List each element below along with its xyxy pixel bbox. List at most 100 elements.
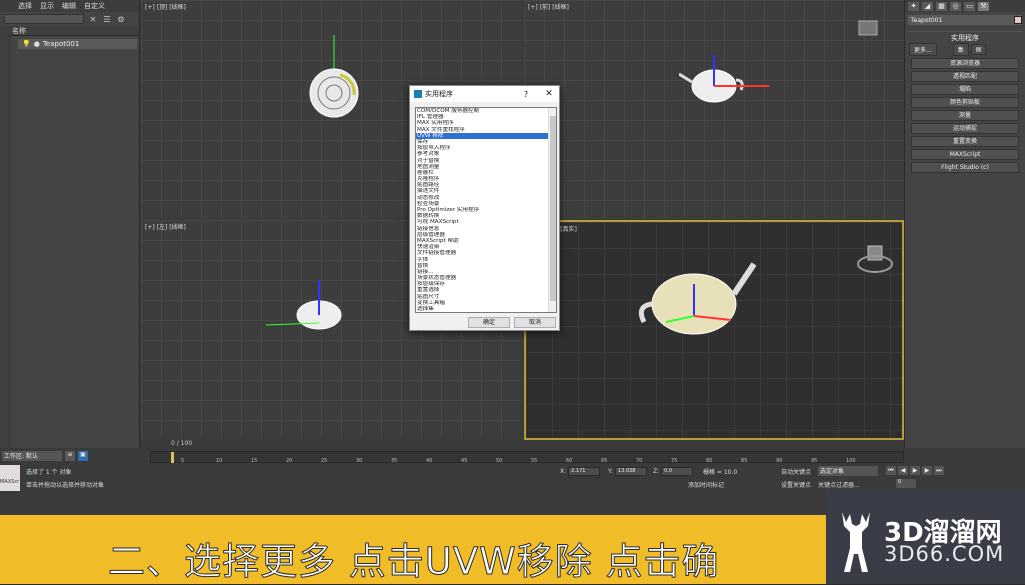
coord-z: Z: 0.0 (653, 467, 694, 476)
name-column-header[interactable]: 名称 (0, 26, 139, 36)
menu-select[interactable]: 选择 (18, 1, 32, 11)
teapot-left-wireframe (265, 280, 342, 330)
watermark-url: 3D66.COM (884, 542, 1005, 566)
menu-customize[interactable]: 自定义 (84, 1, 105, 11)
tick: 65 (601, 458, 608, 464)
y-field[interactable]: 13.038 (614, 467, 647, 476)
key-selection-dropdown[interactable]: 选定对象 (818, 466, 878, 476)
tick: 70 (636, 458, 643, 464)
viewport-front[interactable]: [+] [前] [线框] (524, 0, 904, 218)
previous-frame-icon[interactable]: ◀ (898, 466, 908, 475)
utility-button[interactable]: 颜色剪贴板 (911, 97, 1019, 108)
menu-edit[interactable]: 编辑 (62, 1, 76, 11)
next-frame-icon[interactable]: ▶ (922, 466, 932, 475)
utility-list-item[interactable]: 选择集 (416, 306, 549, 312)
play-icon[interactable]: ▶ (910, 466, 920, 475)
display-tab-icon[interactable]: ▭ (964, 2, 975, 11)
clear-icon[interactable]: ✕ (88, 15, 98, 24)
light-bulb-icon[interactable]: 💡 (22, 40, 31, 48)
scene-explorer: 选择 显示 编辑 自定义 ✕ ☰ ⚙ 名称 💡 ● Teapot001 (0, 0, 140, 448)
maxscript-listener[interactable]: MAXScr (0, 465, 20, 491)
utilities-listbox[interactable]: COM/DCOM 服务器控制 IFL 管理器 MAX 实用程序 MAX 文件重找程序 U… (415, 107, 557, 313)
utility-button[interactable]: 运动捕捉 (911, 123, 1019, 134)
tick: 95 (811, 458, 818, 464)
cancel-button[interactable]: 取消 (514, 317, 556, 328)
dialog-title: 实用程序 (425, 90, 453, 98)
viewcube-front[interactable] (856, 18, 882, 38)
go-to-start-icon[interactable]: ⏮ (886, 466, 896, 475)
tick: 50 (496, 458, 503, 464)
tick: 10 (216, 458, 223, 464)
set-key-button[interactable]: 设置关键点 (781, 480, 811, 489)
object-row[interactable]: 💡 ● Teapot001 (18, 39, 137, 49)
go-to-end-icon[interactable]: ⏭ (934, 466, 944, 475)
current-frame-field[interactable]: 0 (896, 479, 916, 488)
x-field[interactable]: 2.171 (568, 467, 601, 476)
watermark: 3D溜溜网 3D66.COM (826, 490, 1025, 584)
filter-icon[interactable]: ☰ (102, 15, 112, 24)
workspace-dropdown[interactable]: 工作区: 默认 (2, 450, 62, 461)
help-icon[interactable]: ? (516, 90, 536, 99)
utilities-list: 资源浏览器 透视匹配 塌陷 颜色剪贴板 测量 运动捕捉 重置变换 MAXScri… (905, 58, 1025, 173)
motion-tab-icon[interactable]: ◎ (950, 2, 961, 11)
layers-icon[interactable]: ≡ (65, 450, 75, 461)
app-logo-icon (414, 90, 422, 98)
tick: 40 (426, 458, 433, 464)
scrollbar-thumb[interactable] (550, 116, 556, 301)
modify-tab-icon[interactable]: ◢ (922, 2, 933, 11)
dialog-titlebar[interactable]: 实用程序 ? ✕ (410, 86, 559, 102)
key-filters-button[interactable]: 关键点过滤器... (818, 480, 860, 489)
object-name-field[interactable]: Teapot001 (908, 15, 1022, 25)
command-panel-tabs: ✦ ◢ ▦ ◎ ▭ ⚒ (905, 0, 1025, 12)
utilities-tab-icon[interactable]: ⚒ (978, 2, 989, 11)
utility-button[interactable]: Flight Studio (c) (911, 162, 1019, 173)
viewport-left-label[interactable]: [+] [左] [线框] (145, 222, 186, 231)
tick: 45 (461, 458, 468, 464)
set-button[interactable]: 集 (952, 43, 969, 56)
add-time-tag[interactable]: 添加时间标记 (688, 480, 724, 489)
explorer-toolbar: ✕ ☰ ⚙ (0, 12, 139, 26)
menu-display[interactable]: 显示 (40, 1, 54, 11)
utility-button[interactable]: 资源浏览器 (911, 58, 1019, 69)
utility-button[interactable]: 透视匹配 (911, 71, 1019, 82)
listbox-scrollbar[interactable] (548, 108, 556, 312)
time-slider-value: 0 / 100 (171, 440, 193, 447)
selection-status: 选择了 1 个 对象 (26, 469, 72, 476)
explorer-search-input[interactable] (4, 14, 84, 24)
timeline-cursor[interactable] (171, 452, 174, 463)
utilities-rollout-title[interactable]: 实用程序 (909, 31, 1021, 42)
tick: 55 (531, 458, 538, 464)
visibility-icon[interactable]: ● (34, 40, 40, 48)
tick: 20 (286, 458, 293, 464)
time-slider[interactable]: 0 / 100 (141, 440, 904, 448)
hierarchy-tab-icon[interactable]: ▦ (936, 2, 947, 11)
utility-button[interactable]: 测量 (911, 110, 1019, 121)
scene-icon[interactable]: ▣ (78, 450, 88, 461)
object-name-text: Teapot001 (911, 16, 943, 24)
close-icon[interactable]: ✕ (539, 89, 559, 99)
configure-sets-icon[interactable]: ▤ (970, 44, 987, 55)
viewcube-perspective[interactable] (856, 242, 896, 276)
y-label: Y: (608, 468, 613, 475)
create-tab-icon[interactable]: ✦ (908, 2, 919, 11)
explorer-menu: 选择 显示 编辑 自定义 (0, 0, 139, 12)
tick: 25 (321, 458, 328, 464)
ok-button[interactable]: 确定 (468, 317, 510, 328)
viewport-front-label[interactable]: [+] [前] [线框] (528, 2, 569, 11)
utility-button[interactable]: 塌陷 (911, 84, 1019, 95)
viewport-perspective[interactable]: [+] [透视] [真实] (524, 220, 904, 440)
auto-key-button[interactable]: 自动关键点 (781, 467, 811, 476)
timeline-track[interactable]: 5 10 15 20 25 30 35 40 45 50 55 60 65 70… (150, 451, 904, 464)
tick: 60 (566, 458, 573, 464)
viewport-top-label[interactable]: [+] [顶] [线框] (145, 2, 186, 11)
options-icon[interactable]: ⚙ (116, 15, 126, 24)
more-button[interactable]: 更多... (909, 43, 937, 56)
utilities-dialog: 实用程序 ? ✕ COM/DCOM 服务器控制 IFL 管理器 MAX 实用程序 MA… (409, 85, 560, 331)
deer-logo-icon (842, 512, 870, 572)
tick: 5 (181, 458, 185, 464)
object-color-swatch[interactable] (1014, 16, 1022, 24)
utility-button[interactable]: MAXScript (911, 149, 1019, 160)
coord-y: Y: 13.038 (608, 467, 647, 476)
z-field[interactable]: 0.0 (661, 467, 694, 476)
utility-button[interactable]: 重置变换 (911, 136, 1019, 147)
